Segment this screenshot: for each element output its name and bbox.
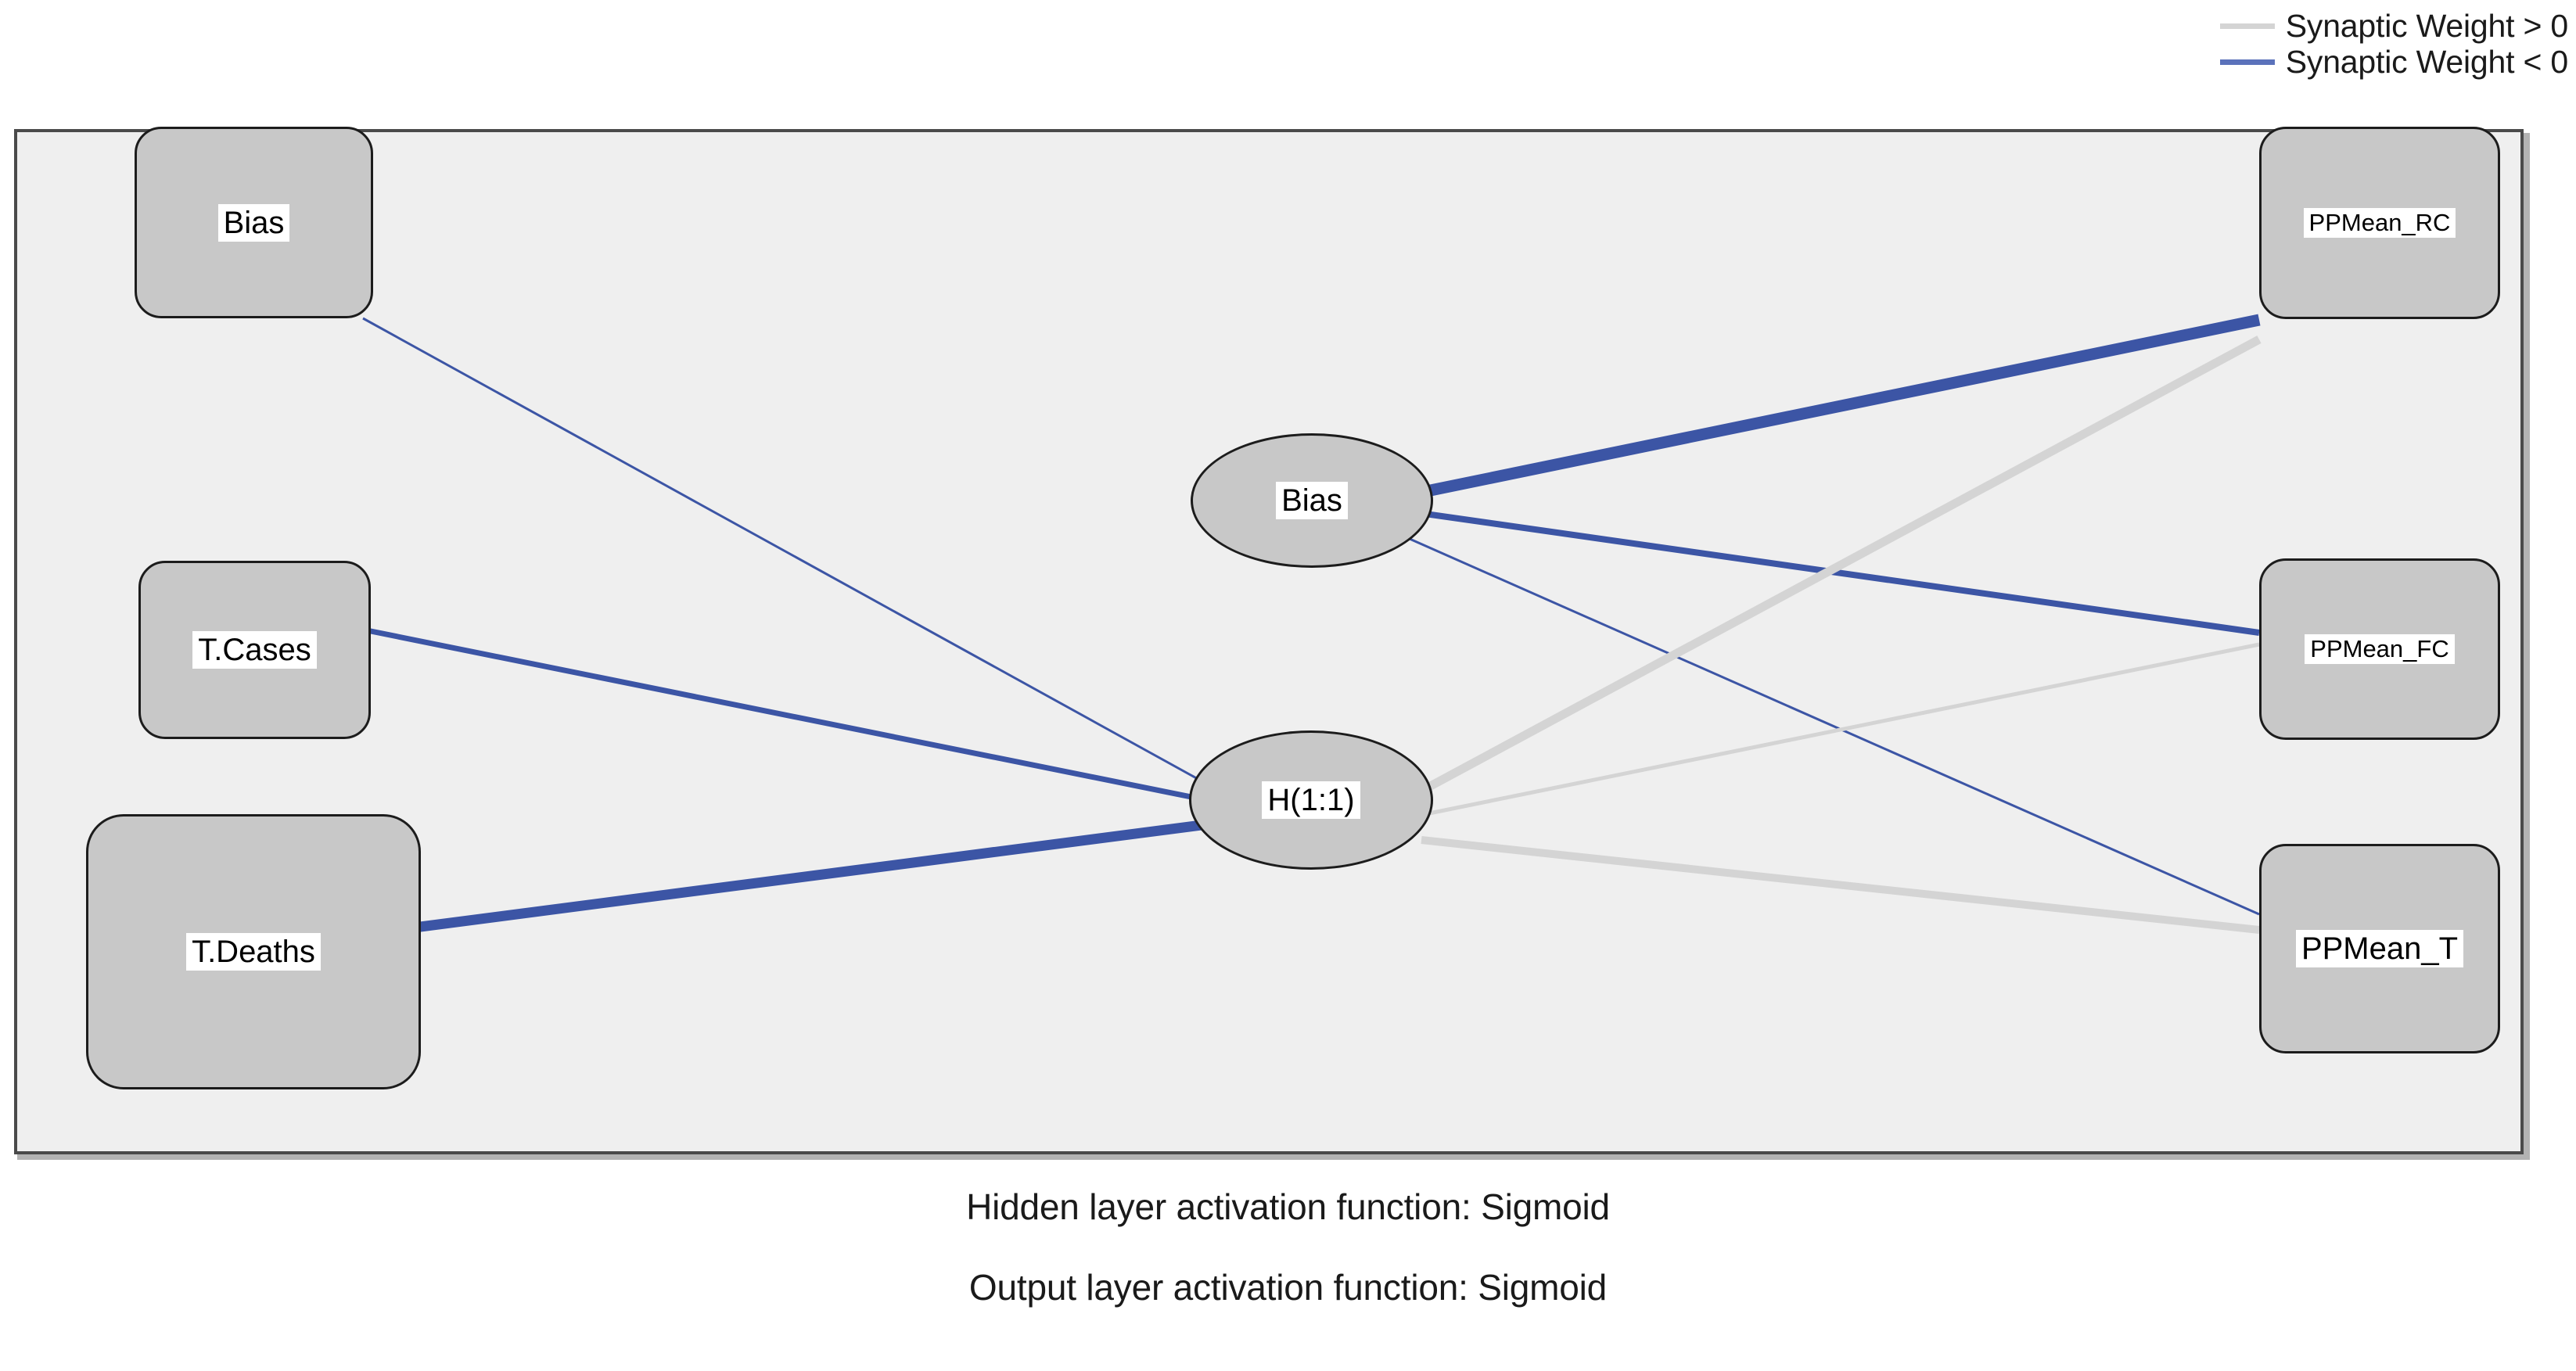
output-node-ppmean-t[interactable]: PPMean_T bbox=[2259, 844, 2500, 1053]
legend: Synaptic Weight > 0 Synaptic Weight < 0 bbox=[2219, 7, 2568, 80]
output-node-ppmean-rc-label: PPMean_RC bbox=[2303, 207, 2456, 239]
legend-line-swatch-negative-icon bbox=[2219, 59, 2275, 65]
input-node-t-deaths-label: T.Deaths bbox=[186, 933, 321, 971]
input-node-t-deaths[interactable]: T.Deaths bbox=[86, 814, 421, 1089]
output-layer-activation-caption: Output layer activation function: Sigmoi… bbox=[968, 1267, 1608, 1308]
hidden-node-bias-label: Bias bbox=[1276, 482, 1348, 519]
edge-h11-to-out-t bbox=[1421, 836, 2260, 934]
legend-label-positive: Synaptic Weight > 0 bbox=[2285, 7, 2568, 44]
activation-captions: Hidden layer activation function: Sigmoi… bbox=[0, 1189, 2576, 1350]
hidden-node-h11[interactable]: H(1:1) bbox=[1189, 730, 1433, 870]
legend-item-negative: Synaptic Weight < 0 bbox=[2219, 43, 2568, 80]
hidden-layer-activation-caption: Hidden layer activation function: Sigmoi… bbox=[966, 1186, 1610, 1227]
hidden-node-h11-label: H(1:1) bbox=[1262, 781, 1360, 819]
legend-line-swatch-positive-icon bbox=[2219, 23, 2275, 29]
edge-in-deaths-to-h11 bbox=[408, 815, 1238, 934]
edge-hbias-to-out-t bbox=[1409, 537, 2260, 916]
diagram-panel-inner: Bias T.Cases T.Deaths Bias H(1:1) PPMean… bbox=[17, 127, 2520, 1151]
edge-in-bias-to-h11 bbox=[362, 317, 1238, 802]
edge-hbias-to-out-rc bbox=[1421, 314, 2261, 498]
legend-item-positive: Synaptic Weight > 0 bbox=[2219, 7, 2568, 44]
input-node-t-cases-label: T.Cases bbox=[192, 631, 317, 669]
legend-label-negative: Synaptic Weight < 0 bbox=[2285, 43, 2568, 80]
input-node-t-cases[interactable]: T.Cases bbox=[138, 561, 371, 739]
edge-h11-to-out-fc bbox=[1425, 642, 2260, 816]
output-node-ppmean-rc[interactable]: PPMean_RC bbox=[2259, 127, 2500, 319]
diagram-panel: Bias T.Cases T.Deaths Bias H(1:1) PPMean… bbox=[14, 127, 2524, 1154]
edge-h11-to-out-rc bbox=[1415, 336, 2262, 797]
network-diagram-canvas: Synaptic Weight > 0 Synaptic Weight < 0 bbox=[0, 0, 2576, 1371]
input-node-bias-label: Bias bbox=[217, 203, 290, 242]
output-node-ppmean-t-label: PPMean_T bbox=[2295, 930, 2464, 967]
hidden-node-bias[interactable]: Bias bbox=[1191, 433, 1433, 568]
input-node-bias[interactable]: Bias bbox=[135, 127, 373, 318]
output-node-ppmean-fc-label: PPMean_FC bbox=[2305, 633, 2455, 665]
edge-in-cases-to-h11 bbox=[358, 626, 1238, 809]
output-node-ppmean-fc[interactable]: PPMean_FC bbox=[2259, 558, 2500, 740]
edge-hbias-to-out-fc bbox=[1425, 511, 2260, 636]
